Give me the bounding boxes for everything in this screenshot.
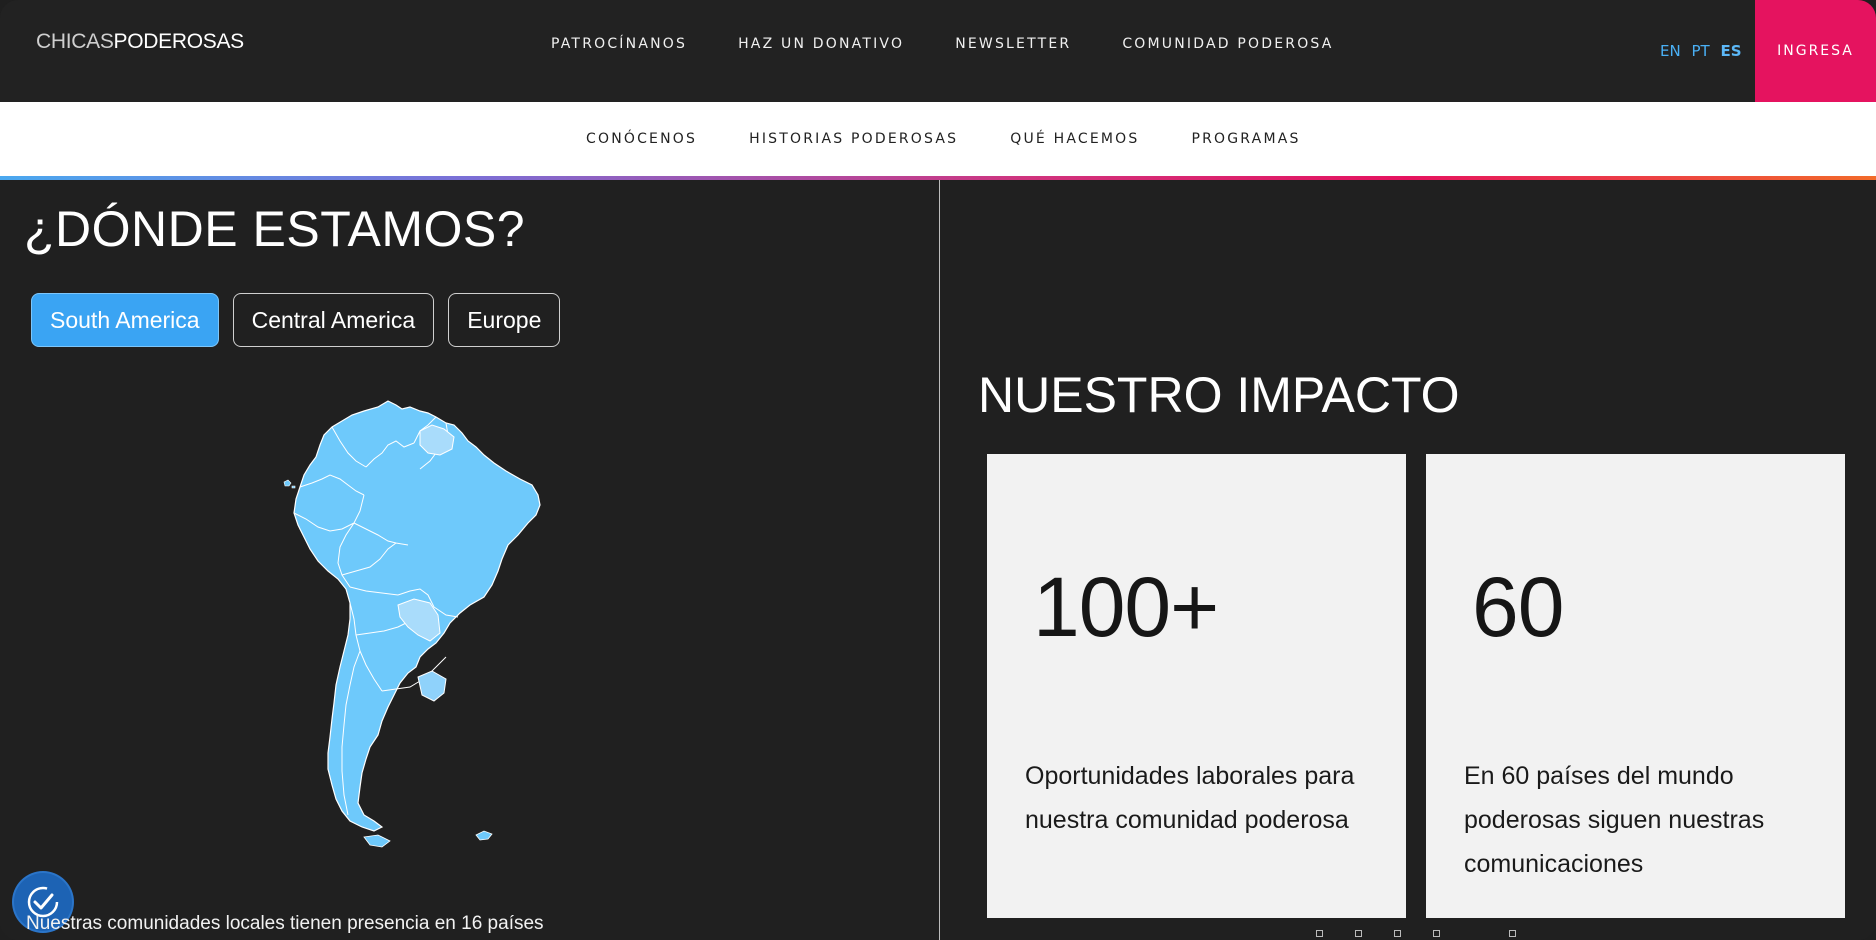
logo[interactable]: CHICASPODEROSAS: [36, 30, 244, 54]
top-navbar: CHICASPODEROSAS PATROCÍNANOS HAZ UN DONA…: [0, 0, 1876, 102]
carousel-dot[interactable]: [1316, 930, 1323, 937]
tierra-del-fuego: [363, 834, 391, 848]
carousel-dot[interactable]: [1509, 930, 1516, 937]
panel-divider: [939, 180, 940, 940]
nav-patrocinanos[interactable]: PATROCÍNANOS: [551, 36, 687, 52]
lang-pt[interactable]: PT: [1691, 42, 1709, 60]
carousel-dot[interactable]: [1394, 930, 1401, 937]
logo-bold-text: PODEROSAS: [113, 30, 245, 53]
carousel-dots: [1316, 930, 1548, 937]
carousel-dot[interactable]: [1433, 930, 1440, 937]
language-switcher: EN PT ES: [1660, 42, 1748, 60]
impact-card: 100+ Oportunidades laborales para nuestr…: [987, 454, 1406, 918]
falkland-islands: [475, 830, 493, 841]
login-button[interactable]: INGRESA: [1755, 0, 1876, 102]
region-tabs: South America Central America Europe: [31, 293, 574, 347]
carousel-dot[interactable]: [1355, 930, 1362, 937]
impact-value: 100+: [1033, 560, 1219, 654]
nav-comunidad-poderosa[interactable]: COMUNIDAD PODEROSA: [1122, 36, 1333, 52]
south-america-map[interactable]: [270, 395, 670, 875]
nav-conocenos[interactable]: CONÓCENOS: [586, 131, 697, 147]
lang-es[interactable]: ES: [1720, 42, 1741, 60]
nav-que-hacemos[interactable]: QUÉ HACEMOS: [1010, 131, 1139, 147]
tab-south-america[interactable]: South America: [31, 293, 219, 347]
logo-light-text: CHICAS: [36, 30, 114, 53]
nav-historias-poderosas[interactable]: HISTORIAS PODEROSAS: [749, 131, 958, 147]
nav-newsletter[interactable]: NEWSLETTER: [955, 36, 1071, 52]
top-nav: PATROCÍNANOS HAZ UN DONATIVO NEWSLETTER …: [551, 36, 1385, 52]
uruguay: [417, 670, 447, 702]
secondary-navbar: CONÓCENOS HISTORIAS PODEROSAS QUÉ HACEMO…: [0, 102, 1876, 176]
secondary-nav: CONÓCENOS HISTORIAS PODEROSAS QUÉ HACEMO…: [586, 131, 1353, 147]
carousel-dot[interactable]: [1472, 930, 1477, 935]
galapagos-islands: [283, 479, 296, 489]
nav-programas[interactable]: PROGRAMAS: [1191, 131, 1300, 147]
page: CHICASPODEROSAS PATROCÍNANOS HAZ UN DONA…: [0, 0, 1876, 940]
impact-description: En 60 países del mundo poderosas siguen …: [1464, 762, 1765, 878]
where-title: ¿DÓNDE ESTAMOS?: [24, 201, 526, 257]
impact-value: 60: [1472, 560, 1564, 654]
presence-text: Nuestras comunidades locales tienen pres…: [26, 913, 544, 934]
impact-title: NUESTRO IMPACTO: [978, 367, 1460, 423]
tab-europe[interactable]: Europe: [448, 293, 561, 347]
lang-en[interactable]: EN: [1660, 42, 1681, 60]
impact-description: Oportunidades laborales para nuestra com…: [1025, 762, 1355, 834]
tab-central-america[interactable]: Central America: [232, 293, 435, 347]
gradient-divider: [0, 176, 1876, 180]
impact-card: 60 En 60 países del mundo poderosas sigu…: [1426, 454, 1845, 918]
nav-haz-un-donativo[interactable]: HAZ UN DONATIVO: [738, 36, 904, 52]
